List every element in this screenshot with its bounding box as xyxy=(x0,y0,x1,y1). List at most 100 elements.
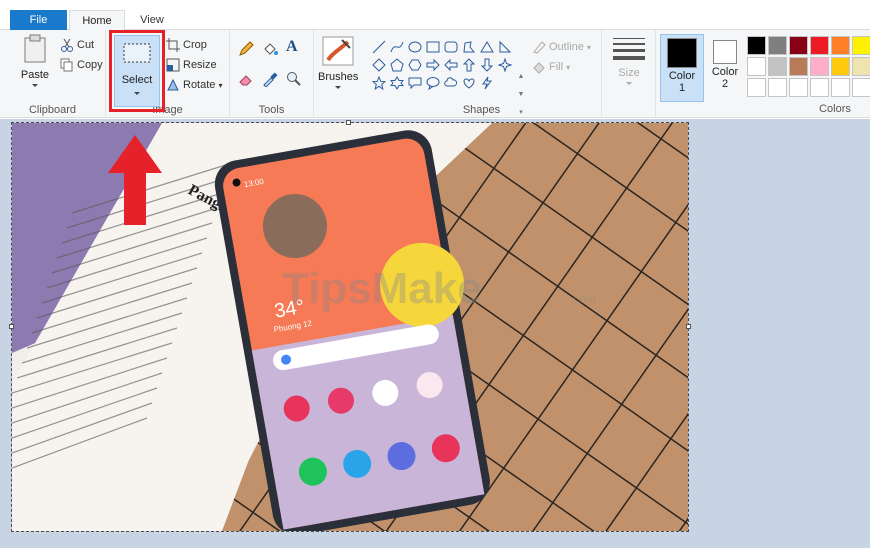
color-swatch[interactable] xyxy=(831,78,850,97)
copy-icon xyxy=(60,58,73,72)
color-swatch[interactable] xyxy=(789,57,808,76)
paste-dropdown-icon[interactable] xyxy=(32,84,38,87)
tab-view[interactable]: View xyxy=(128,10,176,30)
fill-icon xyxy=(533,62,545,74)
color-swatch[interactable] xyxy=(747,78,766,97)
rect-callout-shape-icon[interactable] xyxy=(406,74,424,92)
brushes-button[interactable]: Brushes xyxy=(318,36,358,89)
select-highlight-annotation xyxy=(109,30,165,112)
color-swatch[interactable] xyxy=(747,36,766,55)
color-swatch[interactable] xyxy=(852,57,870,76)
tab-file[interactable]: File xyxy=(10,10,67,30)
color2-swatch xyxy=(713,40,737,64)
triangle-shape-icon[interactable] xyxy=(478,38,496,56)
red-arrow-annotation xyxy=(108,135,162,225)
color-picker-button[interactable] xyxy=(262,70,281,88)
outline-button[interactable]: Outline ▾ xyxy=(532,38,591,56)
five-point-star-shape-icon[interactable] xyxy=(370,74,388,92)
fill-label: Fill xyxy=(549,61,564,73)
clipboard-group: Paste Cut Copy Clipboard xyxy=(0,30,106,118)
resize-handle-top[interactable] xyxy=(346,120,351,125)
curve-shape-icon[interactable] xyxy=(388,38,406,56)
color-swatch[interactable] xyxy=(789,36,808,55)
more-shapes-icon[interactable] xyxy=(496,74,514,92)
resize-button[interactable]: Resize xyxy=(166,56,217,74)
brushes-dropdown-icon[interactable] xyxy=(335,86,341,89)
color-swatch[interactable] xyxy=(747,57,766,76)
size-label: Size xyxy=(618,67,640,79)
oval-shape-icon[interactable] xyxy=(406,38,424,56)
size-dropdown-icon[interactable] xyxy=(626,82,632,85)
color1-button[interactable]: Color 1 xyxy=(660,34,704,102)
oval-callout-shape-icon[interactable] xyxy=(424,74,442,92)
pentagon-shape-icon[interactable] xyxy=(388,56,406,74)
rectangle-shape-icon[interactable] xyxy=(424,38,442,56)
left-arrow-shape-icon[interactable] xyxy=(442,56,460,74)
polygon-shape-icon[interactable] xyxy=(460,38,478,56)
brushes-group: Brushes xyxy=(314,30,362,118)
color-swatch[interactable] xyxy=(831,36,850,55)
pencil-button[interactable] xyxy=(238,40,257,58)
magnifier-button[interactable] xyxy=(286,70,305,88)
eraser-button[interactable] xyxy=(238,70,257,88)
color2-button[interactable]: Color 2 xyxy=(706,34,744,102)
down-arrow-shape-icon[interactable] xyxy=(478,56,496,74)
rotate-button[interactable]: Rotate ▾ xyxy=(166,76,223,94)
cut-label: Cut xyxy=(77,39,95,51)
text-tool-icon[interactable]: A xyxy=(286,38,298,56)
color-swatch[interactable] xyxy=(768,78,787,97)
eraser-icon xyxy=(239,75,252,86)
lightning-shape-icon[interactable] xyxy=(478,74,496,92)
outline-icon xyxy=(533,41,546,54)
resize-handle-right[interactable] xyxy=(686,324,691,329)
size-button[interactable]: Size xyxy=(610,36,648,85)
rotate-icon xyxy=(167,78,179,91)
watermark-suffix-text: .com xyxy=(570,292,596,306)
line-shape-icon[interactable] xyxy=(370,38,388,56)
heart-shape-icon[interactable] xyxy=(460,74,478,92)
paste-button[interactable]: Paste xyxy=(16,34,54,87)
rounded-rectangle-shape-icon[interactable] xyxy=(442,38,460,56)
color1-label: Color xyxy=(668,70,696,82)
brush-icon xyxy=(322,36,354,66)
fill-bucket-icon xyxy=(264,43,278,56)
gallery-up-icon[interactable]: ▲ xyxy=(516,68,526,86)
watermark-text: TipsMake xyxy=(282,264,482,313)
color-swatch[interactable] xyxy=(852,78,870,97)
color-swatch[interactable] xyxy=(789,78,808,97)
tab-home[interactable]: Home xyxy=(69,10,125,31)
diamond-shape-icon[interactable] xyxy=(370,56,388,74)
right-triangle-shape-icon[interactable] xyxy=(496,38,514,56)
resize-label: Resize xyxy=(183,59,217,71)
color-swatch[interactable] xyxy=(831,57,850,76)
up-arrow-shape-icon[interactable] xyxy=(460,56,478,74)
copy-button[interactable]: Copy xyxy=(60,56,103,74)
shapes-gallery-scroll[interactable]: ▲ ▼ ▾ xyxy=(516,68,526,124)
gallery-down-icon[interactable]: ▼ xyxy=(516,86,526,104)
fill-bucket-button[interactable] xyxy=(262,40,281,58)
magnifier-icon xyxy=(287,72,301,86)
color-swatch[interactable] xyxy=(810,57,829,76)
color-swatch[interactable] xyxy=(810,78,829,97)
color-palette xyxy=(747,36,870,97)
colors-group-label: Colors xyxy=(819,103,851,115)
hexagon-shape-icon[interactable] xyxy=(406,56,424,74)
line-width-icon xyxy=(613,38,645,60)
right-arrow-shape-icon[interactable] xyxy=(424,56,442,74)
color-swatch[interactable] xyxy=(810,36,829,55)
shapes-group-label: Shapes xyxy=(462,104,501,116)
resize-handle-left[interactable] xyxy=(9,324,14,329)
color-swatch[interactable] xyxy=(768,57,787,76)
shapes-gallery xyxy=(370,38,516,92)
copy-label: Copy xyxy=(77,59,103,71)
color-swatch[interactable] xyxy=(768,36,787,55)
crop-button[interactable]: Crop xyxy=(166,36,207,54)
cloud-callout-shape-icon[interactable] xyxy=(442,74,460,92)
paste-icon xyxy=(24,34,46,63)
fill-button[interactable]: Fill ▾ xyxy=(532,58,570,76)
color-swatch[interactable] xyxy=(852,36,870,55)
cut-button[interactable]: Cut xyxy=(60,36,94,54)
color2-label: Color xyxy=(711,66,739,78)
four-point-star-shape-icon[interactable] xyxy=(496,56,514,74)
six-point-star-shape-icon[interactable] xyxy=(388,74,406,92)
